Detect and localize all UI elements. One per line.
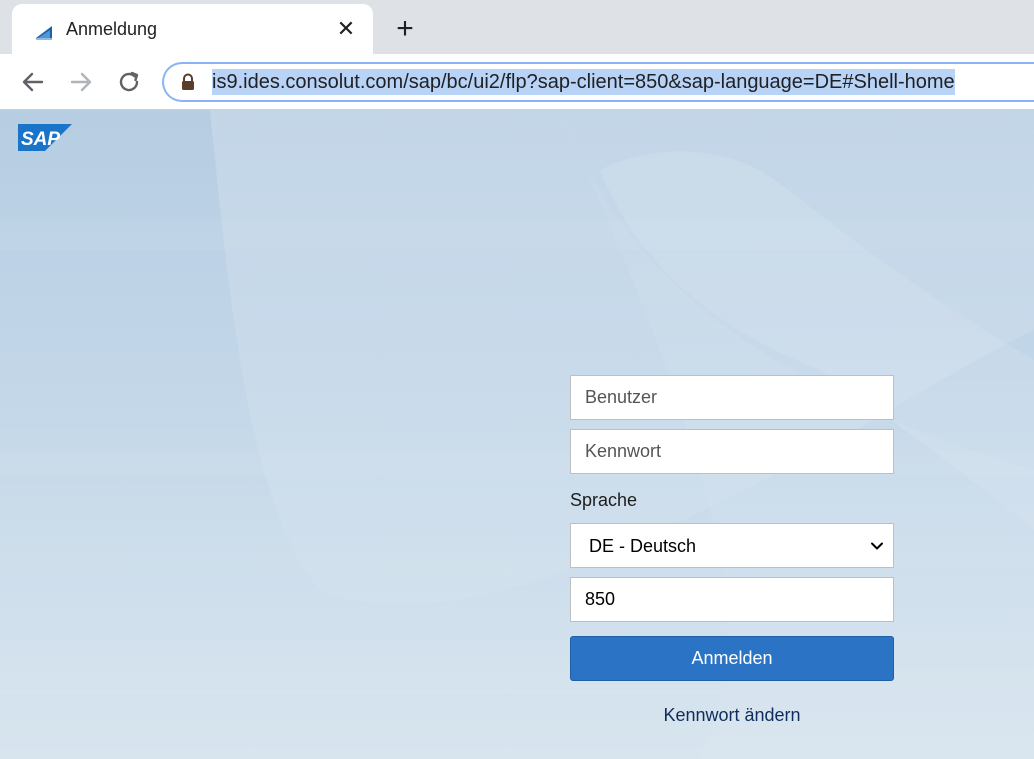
reload-button[interactable] (113, 66, 145, 98)
forward-button[interactable] (65, 66, 97, 98)
tab-close-icon[interactable]: ✕ (333, 16, 359, 42)
sap-logo-text: SAP (21, 129, 60, 150)
login-button[interactable]: Anmelden (570, 636, 894, 681)
url-text[interactable]: is9.ides.consolut.com/sap/bc/ui2/flp?sap… (212, 69, 955, 95)
language-label: Sprache (570, 490, 638, 510)
arrow-right-icon (70, 72, 92, 92)
address-bar[interactable]: is9.ides.consolut.com/sap/bc/ui2/flp?sap… (162, 62, 1034, 102)
change-password-link[interactable]: Kennwort ändern (570, 705, 894, 726)
password-input[interactable] (570, 429, 894, 474)
arrow-left-icon (22, 72, 44, 92)
client-input[interactable] (570, 577, 894, 622)
tab-title: Anmeldung (66, 19, 158, 39)
browser-toolbar: is9.ides.consolut.com/sap/bc/ui2/flp?sap… (0, 54, 1034, 110)
back-button[interactable] (17, 66, 49, 98)
sap-login-page: SAP Sprache DE - Deutsch Anmelden Kennwo… (0, 110, 1034, 759)
language-selected-value: DE - Deutsch (589, 536, 697, 556)
sap-logo: SAP (18, 124, 72, 151)
reload-icon (119, 71, 139, 92)
chevron-down-icon (871, 542, 883, 550)
browser-window: Anmeldung ✕ + is9.ides.consolut.com/sap/… (0, 0, 1034, 759)
tab-anmeldung[interactable]: Anmeldung ✕ (12, 4, 373, 54)
tab-strip: Anmeldung ✕ + (0, 0, 1034, 54)
sap-favicon-icon (36, 26, 52, 40)
lock-icon[interactable] (180, 73, 196, 91)
user-input[interactable] (570, 375, 894, 420)
language-select[interactable]: DE - Deutsch (570, 523, 894, 568)
sap-logo-icon: SAP (18, 124, 72, 151)
new-tab-button[interactable]: + (388, 13, 422, 47)
